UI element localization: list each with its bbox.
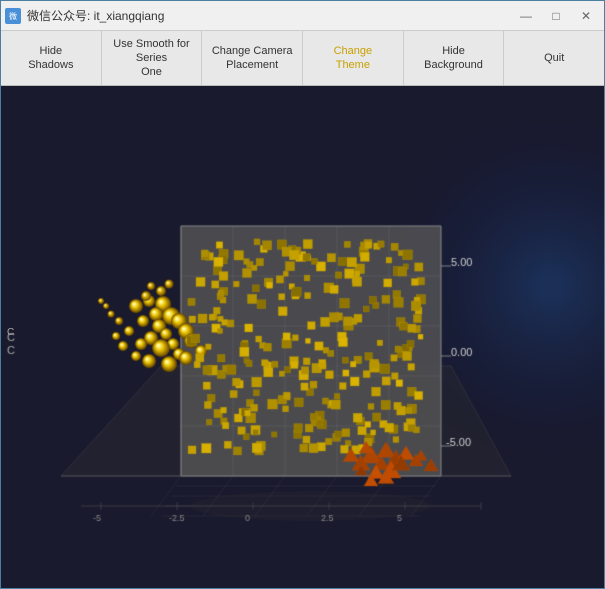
app-icon: 微 <box>5 8 21 24</box>
window-title: 微信公众号: it_xiangqiang <box>27 7 164 24</box>
minimize-button[interactable]: — <box>512 6 540 26</box>
svg-text:微: 微 <box>9 11 17 21</box>
title-bar-controls: — □ ✕ <box>512 6 600 26</box>
change-theme-button[interactable]: ChangeTheme <box>303 31 404 85</box>
hide-background-button[interactable]: HideBackground <box>404 31 505 85</box>
smooth-series-button[interactable]: Use Smooth for SeriesOne <box>102 31 203 85</box>
chart-canvas <box>1 86 604 588</box>
title-bar: 微 微信公众号: it_xiangqiang — □ ✕ <box>1 1 604 31</box>
toolbar: HideShadows Use Smooth for SeriesOne Cha… <box>1 31 604 86</box>
quit-button[interactable]: Quit <box>504 31 604 85</box>
axis-label-c: C <box>7 327 14 338</box>
maximize-button[interactable]: □ <box>542 6 570 26</box>
title-bar-left: 微 微信公众号: it_xiangqiang <box>5 7 164 24</box>
main-window: 微 微信公众号: it_xiangqiang — □ ✕ HideShadows… <box>0 0 605 589</box>
hide-shadows-button[interactable]: HideShadows <box>1 31 102 85</box>
close-button[interactable]: ✕ <box>572 6 600 26</box>
chart-area: C <box>1 86 604 588</box>
camera-placement-button[interactable]: Change CameraPlacement <box>202 31 303 85</box>
